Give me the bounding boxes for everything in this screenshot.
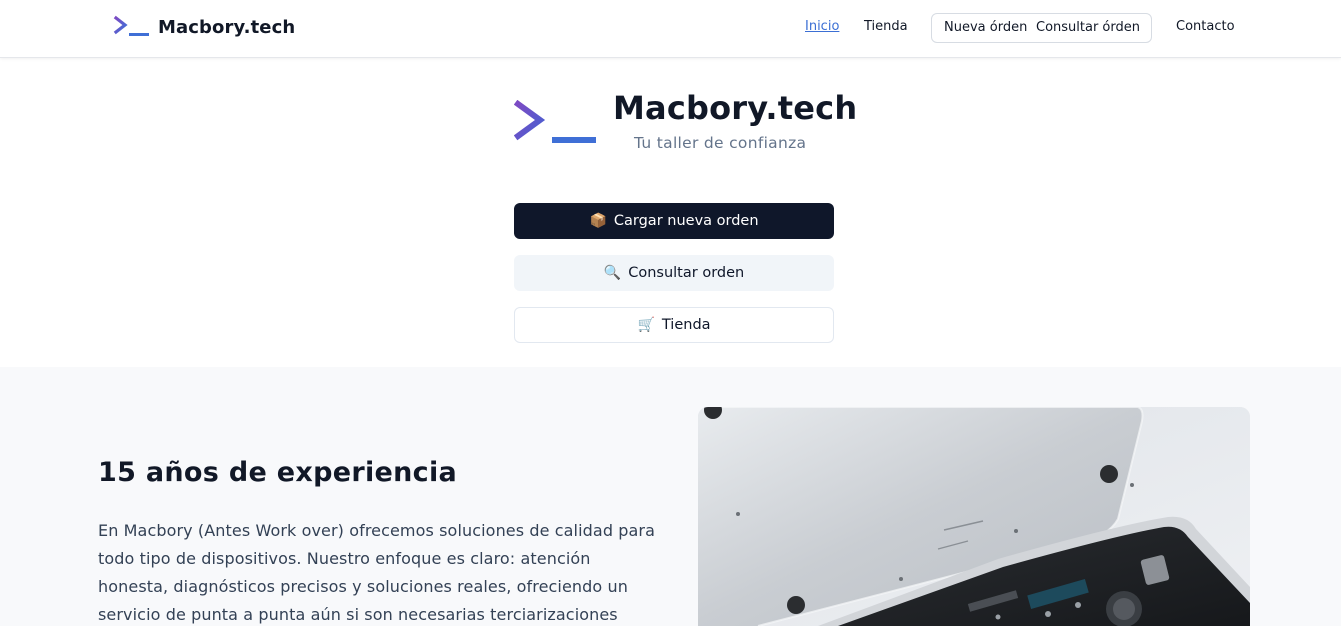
nav-link-contacto[interactable]: Contacto (1176, 19, 1235, 34)
terminal-logo-icon (113, 15, 149, 36)
nav-link-consultar-orden[interactable]: Consultar órden (1036, 20, 1140, 35)
nav-orders-group: Nueva órden Consultar órden (931, 13, 1152, 43)
new-order-button[interactable]: 📦 Cargar nueva orden (514, 203, 834, 239)
terminal-logo-icon (514, 100, 596, 143)
about-title: 15 años de experiencia (98, 457, 458, 488)
check-order-button[interactable]: 🔍 Consultar orden (514, 255, 834, 291)
hero-subtitle: Tu taller de confianza (634, 134, 807, 152)
package-icon: 📦 (589, 213, 607, 229)
check-order-label: Consultar orden (628, 265, 745, 281)
store-button[interactable]: 🛒 Tienda (514, 307, 834, 343)
macbook-open-icon (698, 407, 1250, 626)
magnifier-icon: 🔍 (603, 265, 622, 281)
store-label: Tienda (661, 317, 711, 333)
new-order-label: Cargar nueva orden (613, 213, 759, 229)
macbook-photo (698, 407, 1250, 626)
nav-link-inicio[interactable]: Inicio (805, 19, 839, 34)
brand-logo-link[interactable]: Macbory.tech (113, 15, 295, 39)
nav-link-nueva-orden[interactable]: Nueva órden (944, 20, 1027, 35)
about-text: En Macbory (Antes Work over) ofrecemos s… (98, 521, 655, 624)
about-section: 15 años de experiencia En Macbory (Antes… (0, 367, 1341, 626)
nav-link-tienda[interactable]: Tienda (864, 19, 908, 34)
hero-title: Macbory.tech (613, 89, 858, 127)
top-navbar: Macbory.tech Inicio Tienda Nueva órden C… (0, 0, 1341, 58)
shopping-cart-icon: 🛒 (637, 317, 655, 333)
brand-name: Macbory.tech (158, 16, 296, 38)
